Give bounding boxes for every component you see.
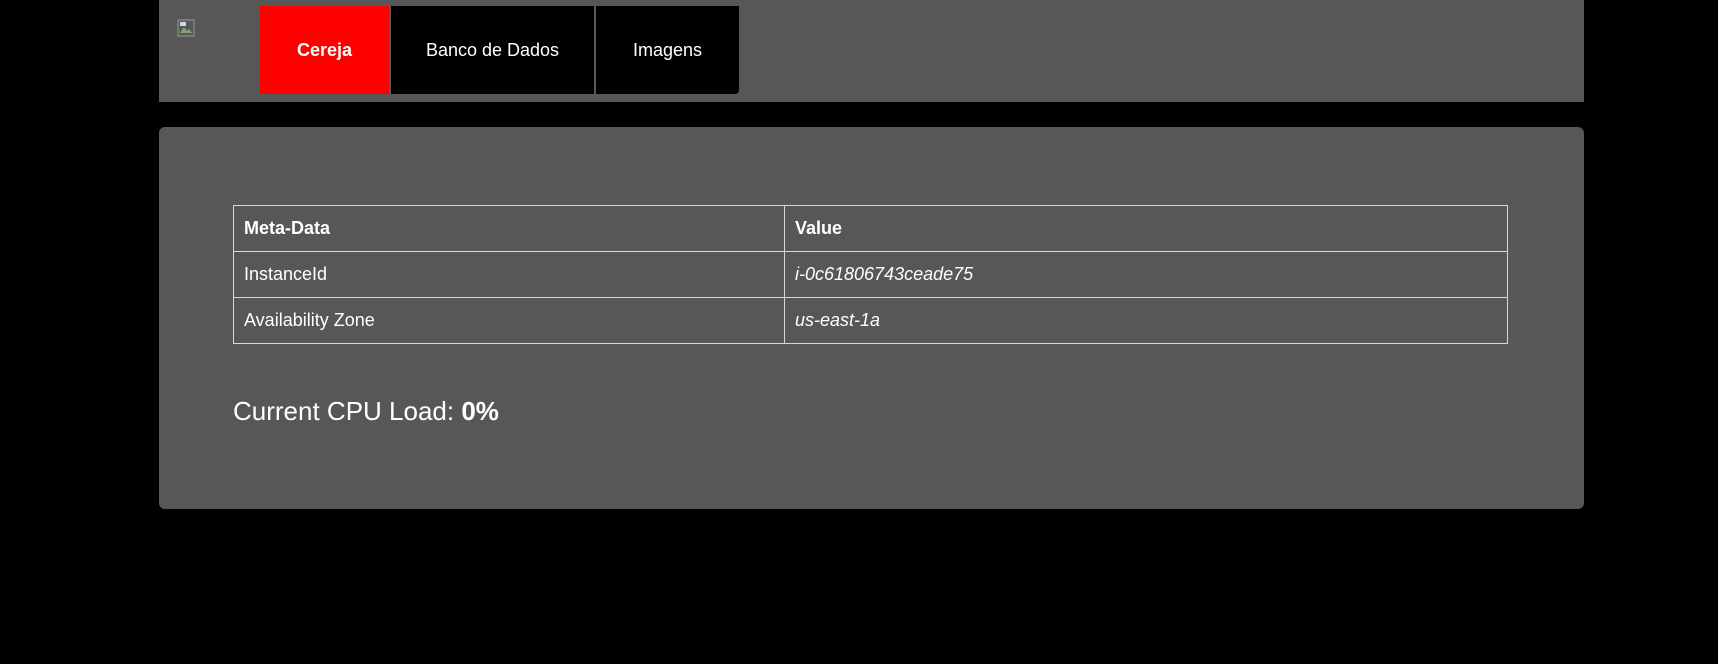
table-row: Availability Zone us-east-1a <box>233 297 1508 344</box>
cpu-load-value: 0% <box>461 396 499 426</box>
metadata-table: Meta-Data Value InstanceId i-0c61806743c… <box>233 205 1508 344</box>
column-header-meta-data: Meta-Data <box>233 205 785 252</box>
nav-bar: Cereja Banco de Dados Imagens <box>260 6 739 94</box>
nav-item-imagens[interactable]: Imagens <box>596 6 739 94</box>
nav-item-banco-de-dados[interactable]: Banco de Dados <box>391 6 594 94</box>
row-value: us-east-1a <box>784 297 1508 344</box>
row-key: Availability Zone <box>233 297 785 344</box>
cpu-load: Current CPU Load: 0% <box>233 396 499 427</box>
cpu-load-label: Current CPU Load: <box>233 396 462 426</box>
table-header-row: Meta-Data Value <box>233 205 1508 252</box>
broken-image-icon <box>177 19 195 37</box>
main-panel: Meta-Data Value InstanceId i-0c61806743c… <box>159 127 1584 509</box>
row-key: InstanceId <box>233 251 785 298</box>
row-value: i-0c61806743ceade75 <box>784 251 1508 298</box>
table-row: InstanceId i-0c61806743ceade75 <box>233 251 1508 298</box>
column-header-value: Value <box>784 205 1508 252</box>
header: Cereja Banco de Dados Imagens <box>159 0 1584 102</box>
nav-item-cereja[interactable]: Cereja <box>260 6 389 94</box>
